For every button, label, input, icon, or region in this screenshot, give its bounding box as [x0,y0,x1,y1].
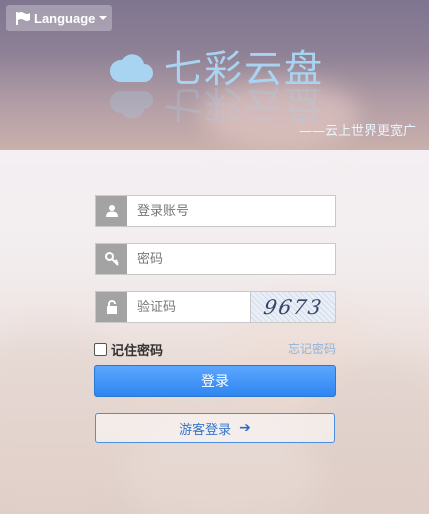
flag-icon [16,11,30,25]
remember-password[interactable]: 记住密码 [94,340,163,359]
captcha-input[interactable] [127,292,250,322]
forgot-password-link[interactable]: 忘记密码 [288,340,336,357]
remember-label: 记住密码 [111,344,164,359]
user-icon [96,196,127,226]
remember-checkbox[interactable] [94,343,107,356]
login-label: 登录 [201,374,229,390]
password-input[interactable] [127,244,335,274]
caret-down-icon [99,16,108,20]
guest-login-label: 游客登录 [179,422,232,438]
cloud-icon [109,53,153,82]
key-icon [96,244,127,274]
language-dropdown[interactable]: Language [6,5,112,31]
captcha-field: 9673 [95,291,336,323]
account-input[interactable] [127,196,335,226]
brand-reflection: 七彩云盘 [108,80,324,135]
guest-login-button[interactable]: 游客登录 ➔ [95,413,335,443]
login-button[interactable]: 登录 [94,365,336,397]
lock-icon [96,292,127,322]
captcha-text: 9673 [261,295,325,319]
captcha-image[interactable]: 9673 [250,292,335,322]
password-field [95,243,336,275]
language-label: Language [34,10,96,26]
account-field [95,195,336,227]
arrow-right-icon: ➔ [239,420,251,436]
brand-slogan: ——云上世界更宽广 [298,124,416,139]
